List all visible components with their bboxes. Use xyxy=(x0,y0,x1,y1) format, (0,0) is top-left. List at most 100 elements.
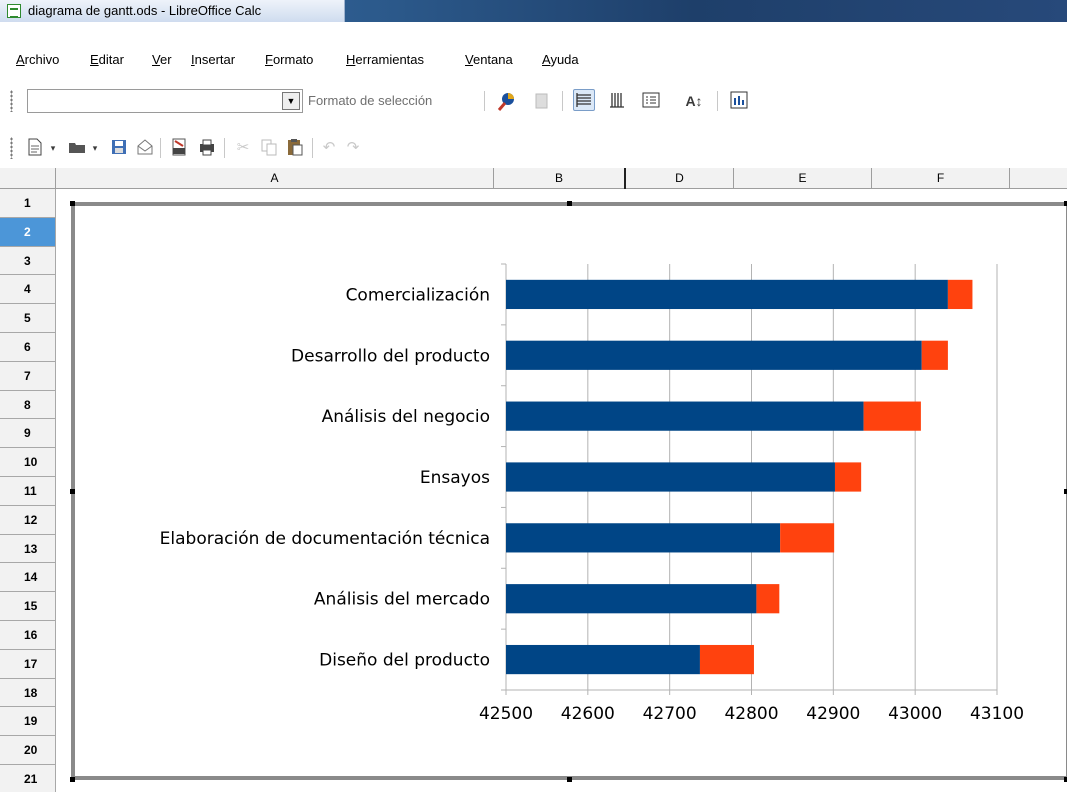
open-folder-icon[interactable] xyxy=(66,137,88,159)
menu-ver[interactable]: Ver xyxy=(152,52,172,67)
bar-duration[interactable] xyxy=(834,462,862,492)
bar-start[interactable] xyxy=(506,462,835,492)
row-header-2[interactable]: 2 xyxy=(0,217,56,247)
category-label: Diseño del producto xyxy=(319,651,490,671)
row-header-4[interactable]: 4 xyxy=(0,275,56,305)
menu-ayuda[interactable]: Ayuda xyxy=(542,52,579,67)
category-label: Ensayos xyxy=(420,468,490,488)
toolbar-separator xyxy=(562,91,563,111)
bar-start[interactable] xyxy=(506,340,922,370)
bar-duration[interactable] xyxy=(756,584,780,614)
row-header-14[interactable]: 14 xyxy=(0,563,56,593)
menu-herramientas[interactable]: Herramientas xyxy=(346,52,424,67)
category-label: Comercialización xyxy=(346,285,490,305)
row-header: 1 2 3 4 5 6 7 8 9 10 11 12 13 14 15 16 17 18 19 20 21 xyxy=(0,189,56,792)
menu-insertar[interactable]: Insertar xyxy=(191,52,235,67)
resize-handle[interactable] xyxy=(70,777,75,782)
row-header-3[interactable]: 3 xyxy=(0,246,56,276)
title-bar: diagrama de gantt.ods - LibreOffice Calc xyxy=(0,0,1067,22)
bar-duration[interactable] xyxy=(947,279,973,310)
menu-bar: Archivo Editar Ver Insertar Formato Herr… xyxy=(0,44,1067,70)
bar-duration[interactable] xyxy=(780,523,835,553)
open-dropdown-icon[interactable]: ▾ xyxy=(88,137,102,159)
row-header-7[interactable]: 7 xyxy=(0,361,56,391)
toolbar-grip[interactable] xyxy=(10,137,13,159)
new-document-icon[interactable] xyxy=(24,137,46,159)
resize-handle[interactable] xyxy=(567,201,572,206)
row-header-21[interactable]: 21 xyxy=(0,765,56,792)
x-tick-label: 42500 xyxy=(479,704,533,724)
bar-start[interactable] xyxy=(506,523,781,553)
row-header-16[interactable]: 16 xyxy=(0,621,56,650)
row-header-edge xyxy=(55,189,56,792)
column-header-e[interactable]: E xyxy=(734,168,872,189)
new-dropdown-icon[interactable]: ▾ xyxy=(46,137,60,159)
row-header-11[interactable]: 11 xyxy=(0,477,56,506)
row-header-19[interactable]: 19 xyxy=(0,707,56,737)
chevron-down-icon[interactable]: ▼ xyxy=(282,92,300,110)
menu-ventana[interactable]: Ventana xyxy=(465,52,513,67)
bar-start[interactable] xyxy=(506,644,700,675)
bar-duration[interactable] xyxy=(863,401,921,431)
row-header-6[interactable]: 6 xyxy=(0,333,56,362)
horizontal-grids-icon[interactable] xyxy=(573,89,595,111)
x-tick-label: 42700 xyxy=(643,704,697,724)
window-title-tab[interactable]: diagrama de gantt.ods - LibreOffice Calc xyxy=(0,0,345,22)
menu-editar[interactable]: Editar xyxy=(90,52,124,67)
chart-object[interactable]: 42500 42600 42700 42800 42900 43000 43100 Comer… xyxy=(71,202,1067,780)
selection-combo[interactable]: ▼ xyxy=(27,89,303,113)
x-tick-label: 43100 xyxy=(970,704,1024,724)
window-title: diagrama de gantt.ods - LibreOffice Calc xyxy=(28,3,262,18)
copy-icon[interactable] xyxy=(258,137,280,159)
bar-duration[interactable] xyxy=(921,340,948,370)
bar-duration[interactable] xyxy=(699,644,754,675)
toolbar-separator xyxy=(484,91,485,111)
bar-start[interactable] xyxy=(506,584,757,614)
paste-icon[interactable] xyxy=(284,137,306,159)
export-pdf-icon[interactable] xyxy=(168,137,190,159)
row-header-10[interactable]: 10 xyxy=(0,448,56,477)
calc-app-icon xyxy=(7,4,21,18)
toolbar-grip[interactable] xyxy=(10,90,13,112)
row-header-18[interactable]: 18 xyxy=(0,678,56,708)
category-label: Elaboración de documentación técnica xyxy=(160,529,490,549)
print-icon[interactable] xyxy=(196,137,218,159)
resize-handle[interactable] xyxy=(567,777,572,782)
column-header-d[interactable]: D xyxy=(626,168,734,189)
legend-icon[interactable] xyxy=(640,90,662,112)
vertical-grids-icon[interactable] xyxy=(606,90,628,112)
row-header-15[interactable]: 15 xyxy=(0,592,56,621)
row-header-20[interactable]: 20 xyxy=(0,736,56,765)
menu-formato[interactable]: Formato xyxy=(265,52,313,67)
data-table-icon[interactable] xyxy=(530,90,552,112)
redo-icon[interactable]: ↷ xyxy=(342,137,364,159)
bar-start[interactable] xyxy=(506,279,948,310)
toolbar-separator xyxy=(160,138,161,158)
scale-text-icon[interactable]: A↕ xyxy=(680,90,708,112)
bar-start[interactable] xyxy=(506,401,864,431)
row-header-13[interactable]: 13 xyxy=(0,534,56,564)
email-icon[interactable] xyxy=(134,137,156,159)
resize-handle[interactable] xyxy=(70,201,75,206)
resize-handle[interactable] xyxy=(70,489,75,494)
format-selection-button[interactable]: Formato de selección xyxy=(308,93,432,108)
gantt-chart[interactable]: 42500 42600 42700 42800 42900 43000 43100 Comer… xyxy=(75,206,1066,776)
toolbar-separator xyxy=(717,91,718,111)
row-header-12[interactable]: 12 xyxy=(0,505,56,535)
menu-archivo[interactable]: Archivo xyxy=(16,52,59,67)
column-header-a[interactable]: A xyxy=(56,168,494,189)
column-header-b[interactable]: B xyxy=(494,168,626,189)
row-header-17[interactable]: 17 xyxy=(0,649,56,679)
chart-type-icon[interactable] xyxy=(496,90,518,112)
row-header-5[interactable]: 5 xyxy=(0,304,56,333)
column-header-f[interactable]: F xyxy=(872,168,1010,189)
row-header-9[interactable]: 9 xyxy=(0,419,56,449)
automatic-layout-icon[interactable] xyxy=(728,90,750,112)
save-icon[interactable] xyxy=(108,137,130,159)
x-tick-label: 42900 xyxy=(806,704,860,724)
select-all-corner[interactable] xyxy=(0,168,56,189)
cut-icon[interactable]: ✂ xyxy=(232,137,254,159)
row-header-8[interactable]: 8 xyxy=(0,390,56,420)
row-header-1[interactable]: 1 xyxy=(0,189,56,218)
undo-icon[interactable]: ↶ xyxy=(318,137,340,159)
